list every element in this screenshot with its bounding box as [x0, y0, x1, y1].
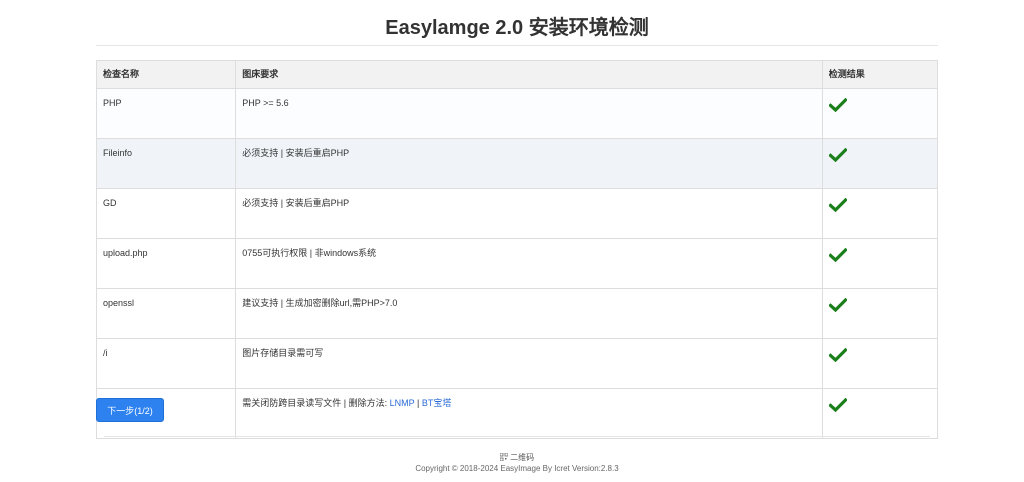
check-name-cell: Fileinfo [95, 138, 237, 189]
lnmp-link[interactable]: LNMP [390, 398, 415, 408]
environment-check-table: 检查名称 图床要求 检测结果 PHP PHP >= 5.6 Fileinfo 必… [95, 60, 939, 439]
check-name-cell: upload.php [95, 238, 237, 289]
result-cell [821, 238, 939, 289]
result-cell [821, 338, 939, 389]
copyright-text: Copyright © 2018-2024 EasyImage By Icret… [415, 464, 619, 473]
requirement-cell: 必须支持 | 安装后重启PHP [235, 188, 823, 239]
check-name-cell: PHP [95, 88, 237, 139]
table-header-row: 检查名称 图床要求 检测结果 [95, 60, 939, 89]
footer: 二维码 Copyright © 2018-2024 EasyImage By I… [0, 452, 1024, 474]
checkmark-icon [828, 197, 848, 215]
checkmark-icon [828, 147, 848, 165]
table-row: /i 图片存储目录需可写 [95, 338, 939, 389]
table-row: openssl 建议支持 | 生成加密删除url,需PHP>7.0 [95, 288, 939, 339]
check-name-cell: /i [95, 338, 237, 389]
header-requirement: 图床要求 [235, 60, 823, 89]
requirement-cell: 需关闭防跨目录读写文件 | 删除方法: LNMP | BT宝塔 [235, 388, 823, 439]
requirement-cell: 建议支持 | 生成加密删除url,需PHP>7.0 [235, 288, 823, 339]
footer-divider [104, 436, 930, 437]
checkmark-icon [828, 397, 848, 415]
link-separator: | [414, 398, 422, 408]
requirement-cell: 0755可执行权限 | 非windows系统 [235, 238, 823, 289]
table-row: upload.php 0755可执行权限 | 非windows系统 [95, 238, 939, 289]
checkmark-icon [828, 347, 848, 365]
next-step-button[interactable]: 下一步(1/2) [96, 398, 164, 422]
result-cell [821, 138, 939, 189]
requirement-cell: 必须支持 | 安装后重启PHP [235, 138, 823, 189]
result-cell [821, 188, 939, 239]
checkmark-icon [828, 297, 848, 315]
requirement-text: 需关闭防跨目录读写文件 | 删除方法: [242, 398, 390, 408]
qr-code-link[interactable]: 二维码 [0, 452, 1024, 463]
qr-code-icon [499, 452, 510, 462]
requirement-cell: 图片存储目录需可写 [235, 338, 823, 389]
table-row: GD 必须支持 | 安装后重启PHP [95, 188, 939, 239]
header-result: 检测结果 [821, 60, 939, 89]
table-row: PHP PHP >= 5.6 [95, 88, 939, 139]
header-check-name: 检查名称 [95, 60, 237, 89]
check-name-cell: GD [95, 188, 237, 239]
result-cell [821, 288, 939, 339]
table-row: .user.ini 需关闭防跨目录读写文件 | 删除方法: LNMP | BT宝… [95, 388, 939, 439]
requirement-cell: PHP >= 5.6 [235, 88, 823, 139]
install-check-page: Easylamge 2.0 安装环境检测 检查名称 图床要求 检测结果 PHP … [0, 0, 1024, 482]
qr-code-label: 二维码 [510, 453, 535, 462]
page-title: Easylamge 2.0 安装环境检测 [385, 17, 649, 39]
bt-panel-link[interactable]: BT宝塔 [422, 398, 452, 408]
check-name-cell: openssl [95, 288, 237, 339]
result-cell [821, 388, 939, 439]
checkmark-icon [828, 247, 848, 265]
result-cell [821, 88, 939, 139]
checkmark-icon [828, 97, 848, 115]
table-row: Fileinfo 必须支持 | 安装后重启PHP [95, 138, 939, 189]
title-divider [96, 45, 938, 46]
